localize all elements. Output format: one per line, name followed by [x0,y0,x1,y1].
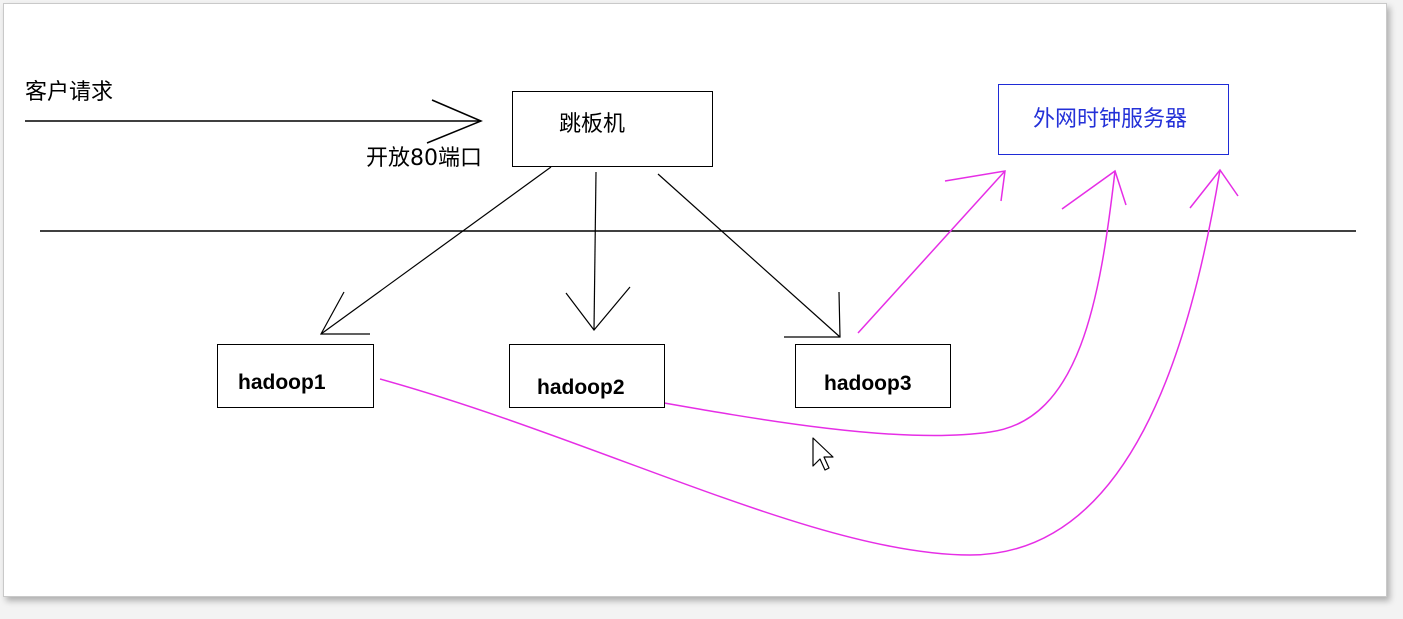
client-request-arrow [25,99,483,144]
ntp-server-label: 外网时钟服务器 [1033,107,1188,132]
hadoop3-node: hadoop3 [795,344,951,408]
jump-to-hadoop2-arrow [565,171,631,331]
jump-to-hadoop3-arrow [657,173,841,338]
jump-host-label: 跳板机 [559,112,626,137]
mouse-cursor-icon [812,437,834,471]
jump-host-node: 跳板机 [512,91,713,167]
hadoop2-label: hadoop2 [537,376,625,399]
hadoop2-node: hadoop2 [509,344,665,408]
open-port-label: 开放80端口 [366,146,482,171]
hadoop1-label: hadoop1 [238,371,326,394]
jump-to-hadoop1-arrow [319,166,552,335]
ntp-server-node: 外网时钟服务器 [998,84,1229,155]
hadoop3-label: hadoop3 [824,372,912,395]
client-request-label: 客户请求 [25,80,114,105]
hadoop3-sync-arrow [857,170,1006,334]
hadoop1-node: hadoop1 [217,344,374,408]
